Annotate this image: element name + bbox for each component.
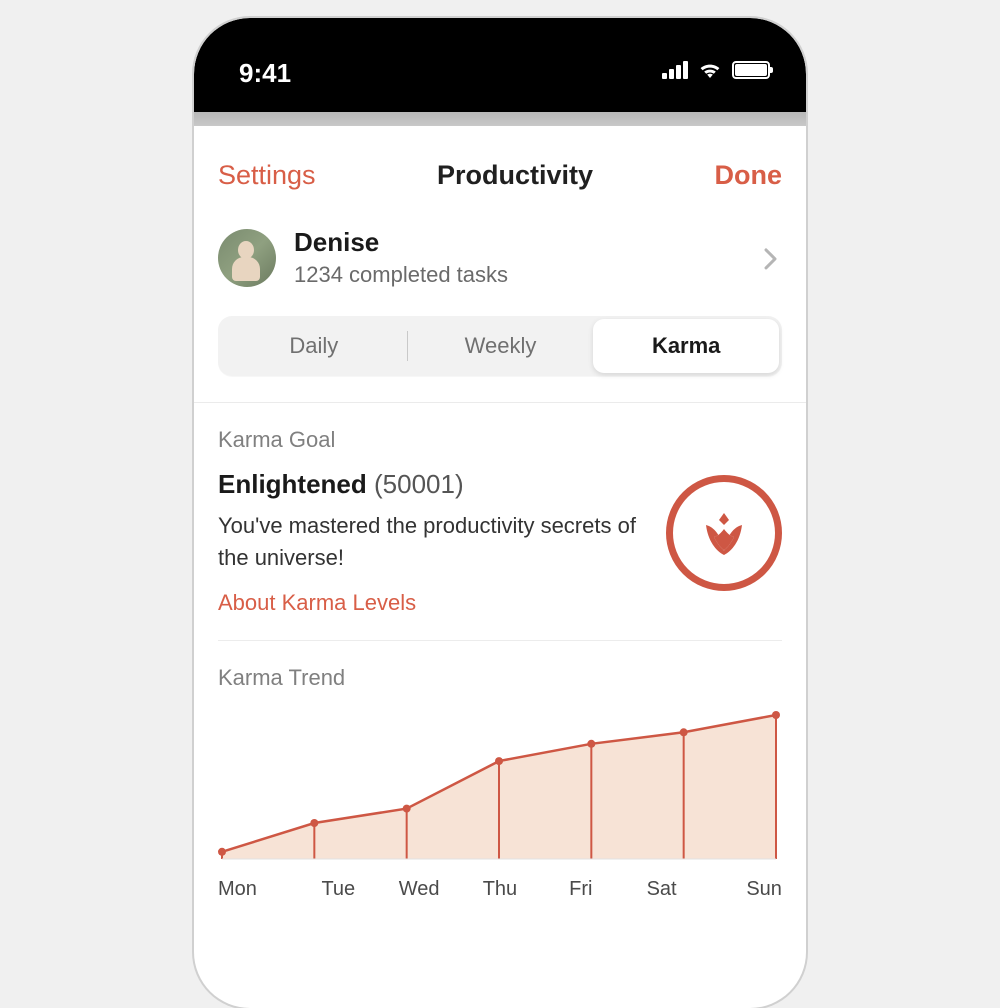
karma-level-name: Enlightened <box>218 469 367 499</box>
cellular-signal-icon <box>662 61 688 79</box>
section-divider <box>194 402 806 403</box>
nav-bar: Settings Productivity Done <box>194 126 806 215</box>
karma-goal-label: Karma Goal <box>218 427 782 453</box>
karma-goal-block: Enlightened (50001) You've mastered the … <box>218 469 782 616</box>
karma-points: (50001) <box>374 469 464 499</box>
karma-level-title: Enlightened (50001) <box>218 469 650 500</box>
phone-frame: 9:41 Settings P <box>194 18 806 1008</box>
sheet-grab-indicator <box>194 112 806 126</box>
status-icons <box>662 60 770 80</box>
chart-x-label: Fri <box>541 878 620 901</box>
chart-x-label: Sun <box>703 878 782 901</box>
chart-x-label: Thu <box>460 878 539 901</box>
battery-icon <box>732 61 770 79</box>
chart-x-axis-labels: MonTueWedThuFriSatSun <box>218 878 782 901</box>
chart-x-label: Wed <box>380 878 459 901</box>
about-karma-link[interactable]: About Karma Levels <box>218 590 650 616</box>
chevron-right-icon <box>764 247 778 274</box>
chart-x-label: Sat <box>622 878 701 901</box>
chart-x-label: Mon <box>218 878 297 901</box>
karma-trend-label: Karma Trend <box>218 665 782 691</box>
time-range-segmented: Daily Weekly Karma <box>218 316 782 376</box>
status-bar: 9:41 <box>194 18 806 112</box>
done-button[interactable]: Done <box>715 160 783 191</box>
karma-badge-icon <box>666 475 782 591</box>
page-title: Productivity <box>437 160 593 191</box>
tab-karma[interactable]: Karma <box>593 319 779 373</box>
avatar <box>218 229 276 287</box>
profile-row[interactable]: Denise 1234 completed tasks <box>218 215 782 310</box>
status-time: 9:41 <box>239 58 291 89</box>
tab-weekly[interactable]: Weekly <box>408 319 594 373</box>
profile-name: Denise <box>294 227 782 258</box>
section-divider <box>218 640 782 641</box>
wifi-icon <box>697 60 723 80</box>
settings-back-button[interactable]: Settings <box>218 160 316 191</box>
tab-daily[interactable]: Daily <box>221 319 407 373</box>
chart-x-label: Tue <box>299 878 378 901</box>
profile-subtitle: 1234 completed tasks <box>294 262 782 288</box>
karma-trend-chart: MonTueWedThuFriSatSun <box>218 709 782 901</box>
karma-description: You've mastered the productivity secrets… <box>218 510 650 574</box>
